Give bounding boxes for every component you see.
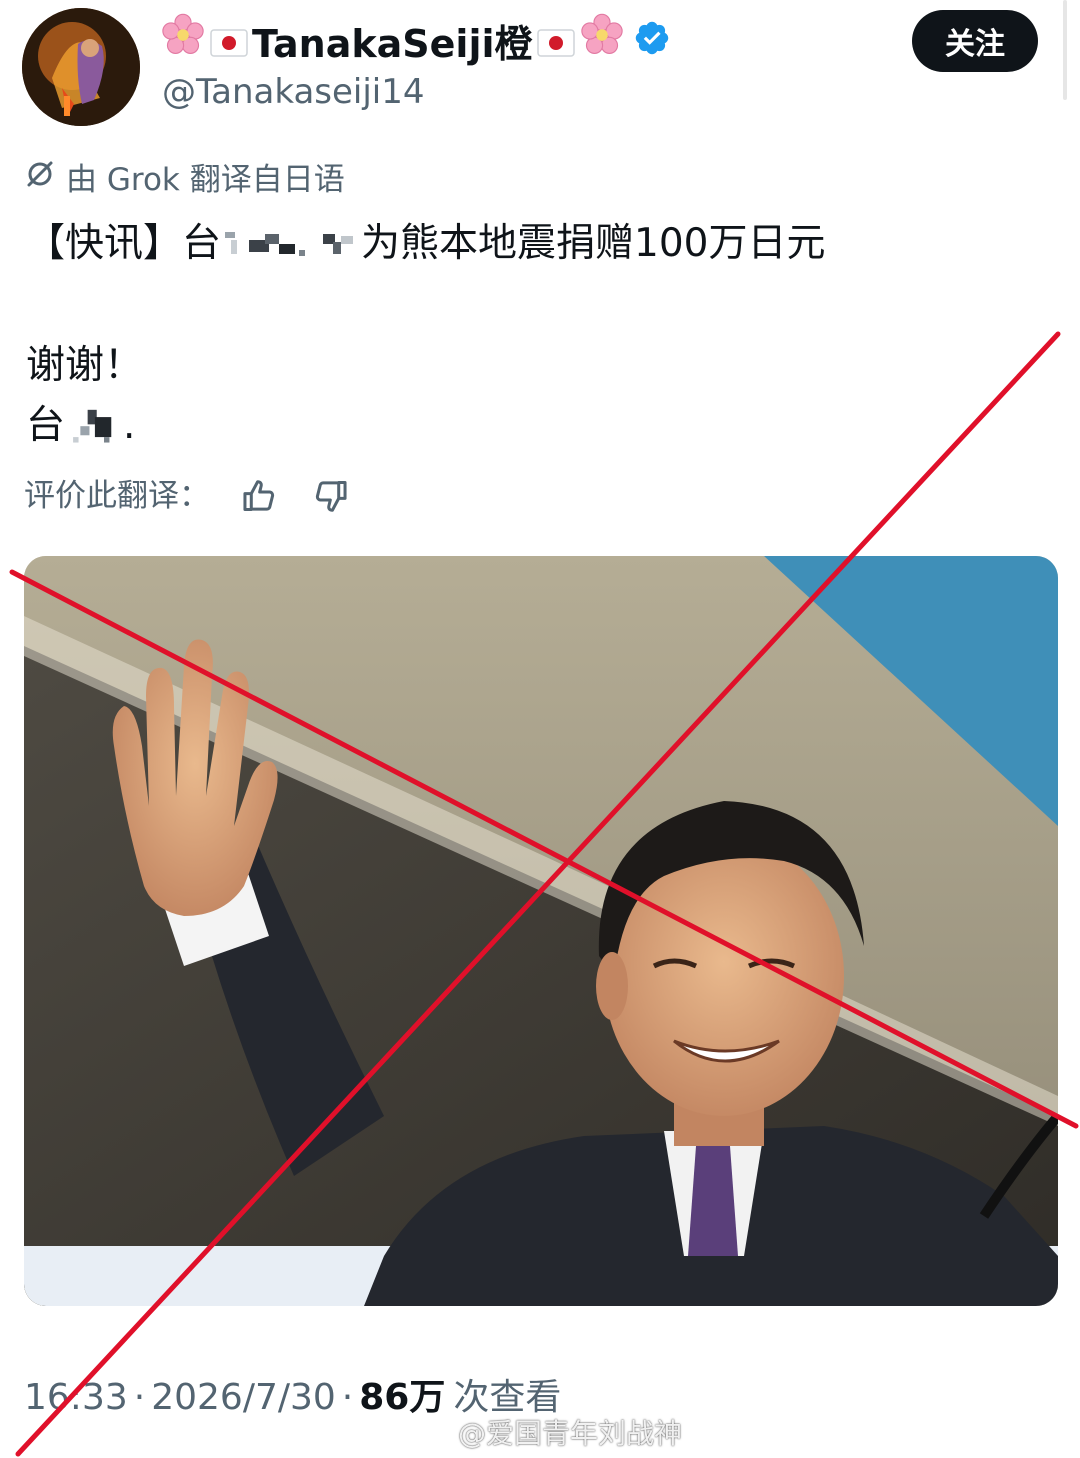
japan-flag-icon (536, 14, 575, 74)
japan-flag-icon (210, 14, 248, 74)
photo (24, 556, 1058, 1306)
avatar-image (22, 8, 140, 126)
thumbs-up-icon (243, 480, 275, 511)
separator-dot: · (341, 1377, 354, 1418)
cherry-blossom-icon (579, 12, 625, 75)
watermark-text: @爱国青年刘战神 (458, 1417, 683, 1450)
scrollbar[interactable] (1063, 0, 1067, 100)
display-name-row[interactable]: TanakaSeiji橙 (160, 12, 671, 75)
cherry-blossom-icon (160, 12, 206, 75)
follow-button[interactable]: 关注 (912, 10, 1038, 72)
tweet-text-suffix: 为熊本地震捐赠100万日元 (361, 221, 826, 266)
tweet-text-line: 谢谢！ (26, 343, 144, 388)
tweet-text-suffix: . (123, 403, 136, 448)
separator-dot: · (133, 1377, 146, 1418)
tweet-text-prefix: 台 (26, 403, 66, 448)
censor-mosaic (225, 231, 354, 256)
verified-badge-icon (633, 14, 671, 74)
tweet-text-prefix: 【快讯】台 (26, 221, 222, 266)
tweet-text-line: 【快讯】台 为熊本地震捐赠100万日元 (26, 218, 825, 270)
translate-icon (24, 158, 66, 202)
translation-note[interactable]: 由 Grok 翻译自日语 (24, 158, 345, 202)
weibo-logo-icon (424, 1416, 454, 1449)
thumbs-up-button[interactable] (238, 474, 282, 518)
tweet-media-image[interactable] (24, 556, 1058, 1306)
tweet-date[interactable]: 2026/7/30 (151, 1377, 336, 1418)
watermark: @爱国青年刘战神 (424, 1412, 682, 1452)
tweet-time[interactable]: 16:33 (24, 1377, 128, 1418)
tweet-text-line: 台 . (26, 400, 135, 452)
display-name: TanakaSeiji橙 (252, 21, 533, 66)
avatar[interactable] (22, 8, 140, 126)
translation-note-text: 由 Grok 翻译自日语 (66, 162, 345, 198)
thumbs-down-button[interactable] (308, 474, 352, 518)
thumbs-down-icon (315, 481, 347, 512)
rate-translation-label: 评价此翻译： (24, 478, 210, 514)
user-handle[interactable]: @Tanakaseiji14 (162, 70, 425, 114)
rate-translation-row: 评价此翻译： (24, 474, 352, 518)
censor-mosaic (73, 409, 112, 443)
